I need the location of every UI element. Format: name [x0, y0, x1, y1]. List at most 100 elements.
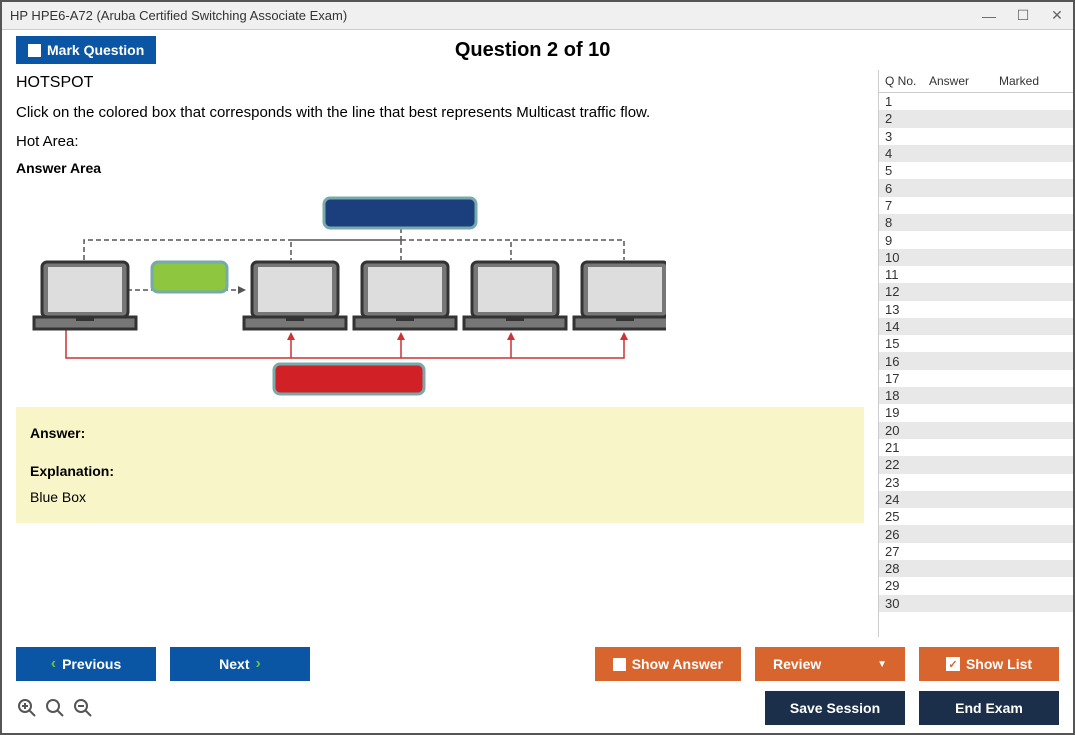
- row-qno: 23: [885, 475, 929, 490]
- main-panel: HOTSPOT Click on the colored box that co…: [2, 70, 878, 637]
- list-row[interactable]: 20: [879, 422, 1073, 439]
- previous-button[interactable]: ‹ Previous: [16, 647, 156, 681]
- list-body[interactable]: 1234567891011121314151617181920212223242…: [879, 93, 1073, 637]
- chevron-down-icon: ▼: [877, 659, 887, 670]
- list-row[interactable]: 28: [879, 560, 1073, 577]
- row-qno: 20: [885, 423, 929, 438]
- list-row[interactable]: 9: [879, 231, 1073, 248]
- row-qno: 3: [885, 129, 929, 144]
- row-qno: 5: [885, 163, 929, 178]
- checkbox-icon: [613, 658, 626, 671]
- list-row[interactable]: 16: [879, 352, 1073, 369]
- row-qno: 27: [885, 544, 929, 559]
- row-qno: 2: [885, 111, 929, 126]
- close-icon[interactable]: ✕: [1049, 8, 1065, 24]
- row-qno: 12: [885, 284, 929, 299]
- review-label: Review: [773, 656, 821, 672]
- list-row[interactable]: 7: [879, 197, 1073, 214]
- row-qno: 28: [885, 561, 929, 576]
- explanation-text: Blue Box: [30, 489, 86, 505]
- show-answer-button[interactable]: Show Answer: [595, 647, 741, 681]
- hotspot-diagram: [16, 182, 666, 397]
- list-row[interactable]: 30: [879, 595, 1073, 612]
- row-qno: 16: [885, 354, 929, 369]
- list-row[interactable]: 4: [879, 145, 1073, 162]
- row-qno: 26: [885, 527, 929, 542]
- end-exam-button[interactable]: End Exam: [919, 691, 1059, 725]
- save-session-button[interactable]: Save Session: [765, 691, 905, 725]
- list-row[interactable]: 29: [879, 577, 1073, 594]
- list-row[interactable]: 1: [879, 93, 1073, 110]
- list-row[interactable]: 14: [879, 318, 1073, 335]
- list-row[interactable]: 23: [879, 474, 1073, 491]
- list-row[interactable]: 15: [879, 335, 1073, 352]
- window-title: HP HPE6-A72 (Aruba Certified Switching A…: [10, 8, 981, 23]
- show-list-label: Show List: [966, 656, 1032, 672]
- maximize-icon[interactable]: ☐: [1015, 8, 1031, 24]
- check-icon: ✓: [946, 657, 960, 671]
- window-controls: — ☐ ✕: [981, 8, 1065, 24]
- button-row-2: Save Session End Exam: [16, 691, 1059, 725]
- list-row[interactable]: 24: [879, 491, 1073, 508]
- previous-label: Previous: [62, 656, 121, 672]
- list-row[interactable]: 25: [879, 508, 1073, 525]
- question-counter: Question 2 of 10: [6, 39, 1059, 62]
- row-qno: 1: [885, 94, 929, 109]
- list-row[interactable]: 19: [879, 404, 1073, 421]
- show-answer-label: Show Answer: [632, 656, 723, 672]
- row-qno: 13: [885, 302, 929, 317]
- col-answer: Answer: [929, 74, 999, 88]
- list-row[interactable]: 13: [879, 301, 1073, 318]
- row-qno: 21: [885, 440, 929, 455]
- chevron-right-icon: ›: [256, 655, 261, 673]
- hot-area-label: Hot Area:: [16, 133, 864, 150]
- list-row[interactable]: 12: [879, 283, 1073, 300]
- laptop-icon: [34, 262, 666, 329]
- list-row[interactable]: 18: [879, 387, 1073, 404]
- row-qno: 6: [885, 181, 929, 196]
- content-area: HOTSPOT Click on the colored box that co…: [2, 70, 1073, 637]
- list-row[interactable]: 22: [879, 456, 1073, 473]
- next-button[interactable]: Next ›: [170, 647, 310, 681]
- next-label: Next: [219, 656, 249, 672]
- row-qno: 29: [885, 578, 929, 593]
- show-list-button[interactable]: ✓ Show List: [919, 647, 1059, 681]
- question-type: HOTSPOT: [16, 74, 864, 92]
- row-qno: 24: [885, 492, 929, 507]
- list-row[interactable]: 27: [879, 543, 1073, 560]
- row-qno: 8: [885, 215, 929, 230]
- answer-label: Answer:: [30, 425, 850, 441]
- list-row[interactable]: 10: [879, 249, 1073, 266]
- row-qno: 14: [885, 319, 929, 334]
- green-box[interactable]: [152, 262, 227, 292]
- zoom-in-icon[interactable]: [16, 697, 38, 719]
- list-row[interactable]: 21: [879, 439, 1073, 456]
- list-row[interactable]: 8: [879, 214, 1073, 231]
- end-exam-label: End Exam: [955, 700, 1023, 716]
- list-row[interactable]: 3: [879, 128, 1073, 145]
- app-window: HP HPE6-A72 (Aruba Certified Switching A…: [0, 0, 1075, 735]
- bottom-bar: ‹ Previous Next › Show Answer Review ▼ ✓…: [2, 637, 1073, 733]
- list-row[interactable]: 5: [879, 162, 1073, 179]
- row-qno: 30: [885, 596, 929, 611]
- list-header: Q No. Answer Marked: [879, 70, 1073, 93]
- question-list-panel: Q No. Answer Marked 12345678910111213141…: [878, 70, 1073, 637]
- list-row[interactable]: 6: [879, 179, 1073, 196]
- row-qno: 7: [885, 198, 929, 213]
- blue-box[interactable]: [324, 198, 476, 228]
- button-row: ‹ Previous Next › Show Answer Review ▼ ✓…: [16, 647, 1059, 681]
- review-button[interactable]: Review ▼: [755, 647, 905, 681]
- row-qno: 18: [885, 388, 929, 403]
- list-row[interactable]: 11: [879, 266, 1073, 283]
- list-row[interactable]: 2: [879, 110, 1073, 127]
- minimize-icon[interactable]: —: [981, 8, 997, 24]
- row-qno: 22: [885, 457, 929, 472]
- list-row[interactable]: 17: [879, 370, 1073, 387]
- zoom-reset-icon[interactable]: [44, 697, 66, 719]
- red-box[interactable]: [274, 364, 424, 394]
- zoom-out-icon[interactable]: [72, 697, 94, 719]
- save-session-label: Save Session: [790, 700, 880, 716]
- answer-block: Answer: Explanation: Blue Box: [16, 407, 864, 523]
- row-qno: 4: [885, 146, 929, 161]
- list-row[interactable]: 26: [879, 525, 1073, 542]
